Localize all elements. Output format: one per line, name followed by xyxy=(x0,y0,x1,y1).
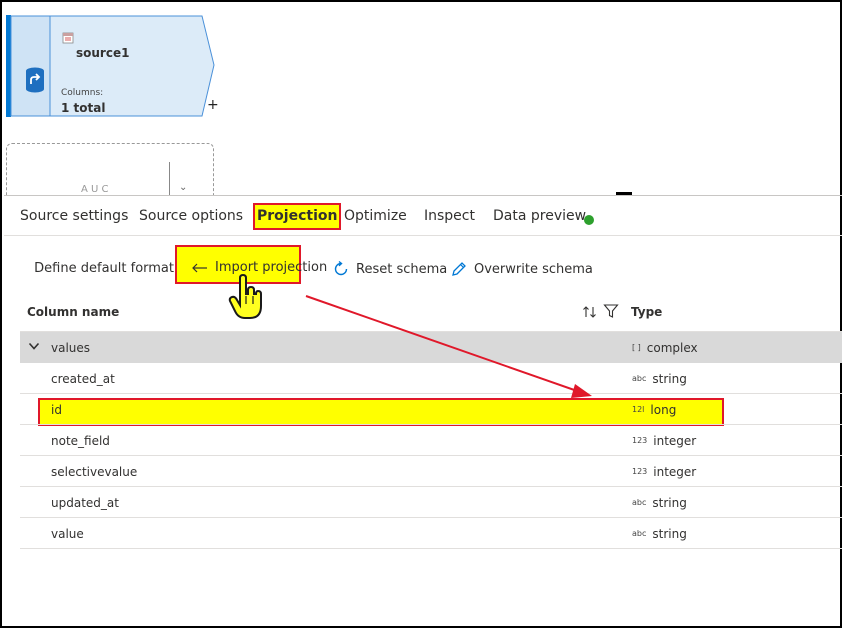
ghost-chevron-icon: ⌄ xyxy=(179,182,188,193)
row-name: note_field xyxy=(51,434,110,448)
table-row[interactable]: updated_at abc string xyxy=(20,487,842,518)
define-default-format-button[interactable]: Define default format xyxy=(28,260,174,276)
row-type: 12l long xyxy=(632,403,676,417)
sort-icon[interactable] xyxy=(582,304,598,320)
dataset-icon xyxy=(62,32,74,44)
table-row-values[interactable]: values [ ] complex xyxy=(20,332,842,363)
string-type-icon: abc xyxy=(632,374,647,383)
row-type: abc string xyxy=(632,496,687,510)
data-preview-status-icon xyxy=(584,215,594,225)
row-type-label: string xyxy=(652,372,687,386)
ghost-node: A U C ⌄ xyxy=(6,143,214,195)
row-type-label: string xyxy=(652,527,687,541)
ghost-node-label: A U C xyxy=(81,184,109,195)
tab-projection[interactable]: Projection xyxy=(253,203,342,230)
string-type-icon: abc xyxy=(632,498,647,507)
app-frame: source1 Columns: 1 total + A U C ⌄ Sourc… xyxy=(0,0,842,628)
ghost-divider xyxy=(169,162,170,195)
table-row[interactable]: note_field 123 integer xyxy=(20,425,842,456)
row-type: 123 integer xyxy=(632,465,696,479)
node-columns-value: 1 total xyxy=(61,101,106,115)
overwrite-schema-button[interactable]: Overwrite schema xyxy=(450,260,593,278)
chevron-down-icon[interactable] xyxy=(28,340,40,352)
tabs-divider xyxy=(4,235,842,236)
node-columns-label: Columns: xyxy=(61,88,104,98)
table-row[interactable]: selectivevalue 123 integer xyxy=(20,456,842,487)
database-source-icon xyxy=(26,67,44,93)
row-type: [ ] complex xyxy=(632,341,698,355)
row-type-label: integer xyxy=(653,465,697,479)
tab-optimize[interactable]: Optimize xyxy=(344,208,407,224)
row-name: updated_at xyxy=(51,496,119,510)
source-node-shape xyxy=(6,15,215,117)
type-header[interactable]: Type xyxy=(631,305,662,319)
integer-type-icon: 123 xyxy=(632,436,648,445)
define-default-format-label: Define default format xyxy=(34,260,174,276)
source-node[interactable]: source1 Columns: 1 total xyxy=(6,15,216,117)
row-name: created_at xyxy=(51,372,115,386)
panel-divider xyxy=(4,195,842,196)
import-projection-label: Import projection xyxy=(215,260,328,275)
long-type-icon: 12l xyxy=(632,405,645,414)
table-row-id[interactable]: id 12l long xyxy=(20,394,842,425)
table-row[interactable]: created_at abc string xyxy=(20,363,842,394)
hand-cursor-icon xyxy=(228,274,262,319)
filter-icon[interactable] xyxy=(603,303,619,319)
reset-icon xyxy=(334,260,348,276)
overwrite-schema-label: Overwrite schema xyxy=(474,261,593,277)
tab-data-preview[interactable]: Data preview xyxy=(493,208,586,224)
reset-schema-label: Reset schema xyxy=(356,261,448,277)
row-type: abc string xyxy=(632,527,687,541)
row-type: 123 integer xyxy=(632,434,696,448)
integer-type-icon: 123 xyxy=(632,467,648,476)
row-name: values xyxy=(51,341,91,355)
tab-source-settings[interactable]: Source settings xyxy=(20,208,128,224)
node-title: source1 xyxy=(76,46,130,60)
string-type-icon: abc xyxy=(632,529,647,538)
reset-schema-button[interactable]: Reset schema xyxy=(332,260,447,278)
column-name-header[interactable]: Column name xyxy=(27,305,119,319)
import-arrow-icon xyxy=(192,263,207,272)
row-type-label: string xyxy=(652,496,687,510)
add-transformation-button[interactable]: + xyxy=(207,97,219,113)
tab-inspect[interactable]: Inspect xyxy=(424,208,475,224)
row-name: selectivevalue xyxy=(51,465,138,479)
row-type-label: integer xyxy=(653,434,697,448)
row-type-label: complex xyxy=(646,341,698,355)
tab-source-options[interactable]: Source options xyxy=(139,208,243,224)
row-name: value xyxy=(51,527,84,541)
row-name: id xyxy=(51,403,62,417)
row-type: abc string xyxy=(632,372,687,386)
complex-type-icon: [ ] xyxy=(632,343,641,352)
pencil-icon xyxy=(452,262,466,276)
import-projection-button[interactable]: Import projection xyxy=(191,260,327,275)
table-row[interactable]: value abc string xyxy=(20,518,842,549)
row-type-label: long xyxy=(650,403,677,417)
